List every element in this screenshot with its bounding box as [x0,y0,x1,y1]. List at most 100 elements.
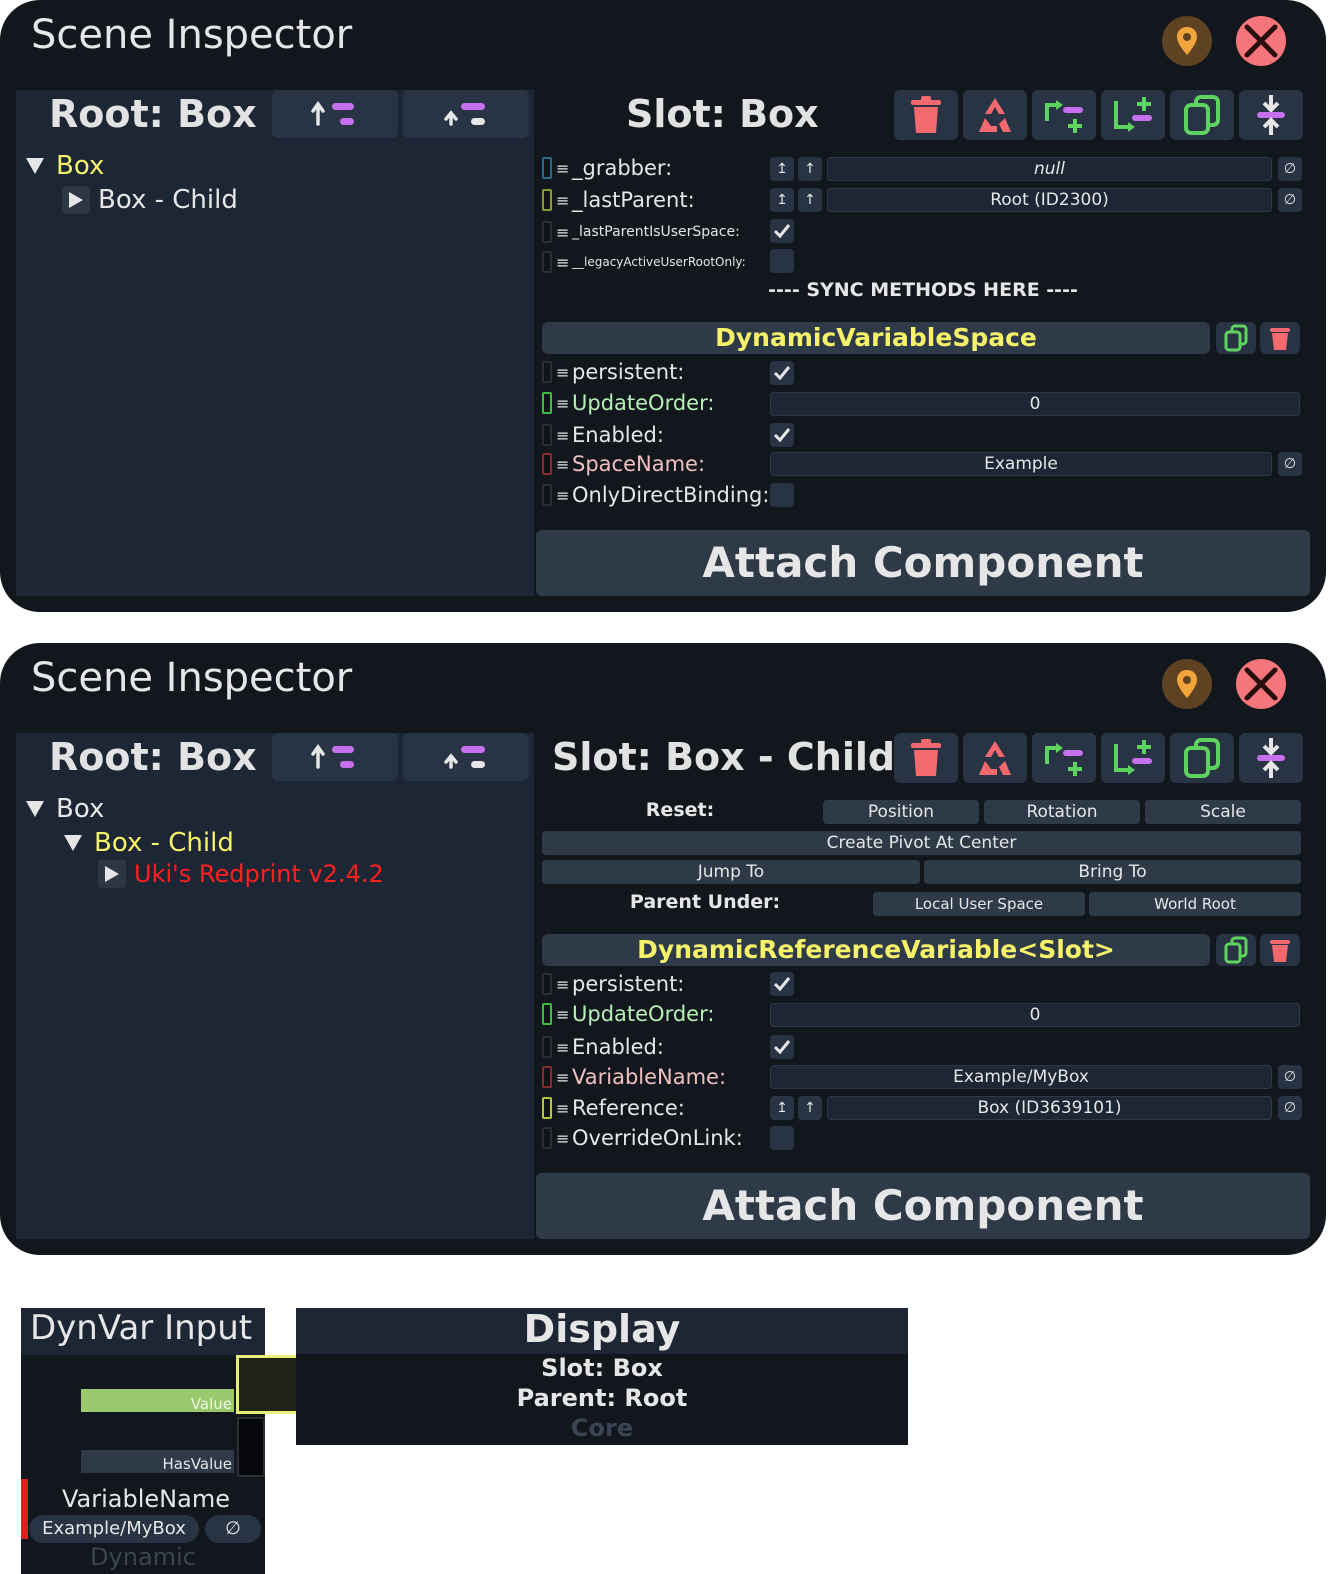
grabber-value[interactable]: null [827,157,1272,181]
add-child-button[interactable] [1101,733,1165,783]
checkbox-unchecked[interactable] [770,249,794,273]
tree-item-box-child[interactable]: Box - Child [62,185,238,215]
collapse-arrow-icon[interactable] [62,186,90,214]
component-duplicate-button[interactable] [1216,322,1256,354]
component-remove-button[interactable] [1260,322,1300,354]
compress-icon [1257,95,1285,135]
root-up-button[interactable] [272,90,398,138]
checkbox-checked[interactable] [770,361,794,385]
drag-handle-icon[interactable]: ≡ [556,1099,570,1118]
drag-handle-icon[interactable]: ≡ [556,159,570,178]
duplicate-button[interactable] [1170,733,1234,783]
null-button[interactable]: ∅ [1278,157,1302,181]
display-node[interactable]: Display Slot: Box Parent: Root Core [296,1308,908,1445]
checkbox-checked[interactable] [770,423,794,447]
update-order-input[interactable]: 0 [770,1003,1300,1027]
reset-scale-button[interactable]: Scale [1145,800,1301,824]
drag-handle-icon[interactable]: ≡ [556,1005,570,1024]
dynvar-input-node[interactable]: DynVar Input Value HasValue VariableName… [21,1308,265,1574]
variable-name-input[interactable]: Example/MyBox [770,1065,1272,1089]
location-pin-icon [1177,670,1197,698]
hasvalue-output-port[interactable] [237,1417,265,1477]
reference-navigate-button[interactable]: ↥ [770,157,794,181]
insert-parent-button[interactable] [1032,733,1096,783]
reference-up-button[interactable]: ↑ [798,1096,822,1120]
drag-handle-icon[interactable]: ≡ [556,455,570,474]
checkbox-checked[interactable] [770,972,794,996]
variable-name-input[interactable]: Example/MyBox [29,1515,199,1543]
reference-navigate-button[interactable]: ↥ [770,188,794,212]
field-grabber: ≡ _grabber: [542,155,672,181]
duplicate-button[interactable] [1170,90,1234,140]
close-button[interactable] [1236,16,1286,66]
drag-handle-icon[interactable]: ≡ [556,486,570,505]
destroy-button[interactable] [894,733,958,783]
root-up-button[interactable] [272,733,398,781]
space-name-input[interactable]: Example [770,452,1272,476]
checkbox-checked[interactable] [770,1035,794,1059]
tree-item-box[interactable]: Box [26,151,104,181]
drag-handle-icon[interactable]: ≡ [556,394,570,413]
reset-rotation-button[interactable]: Rotation [984,800,1140,824]
checkbox-checked[interactable] [770,219,794,243]
insert-parent-button[interactable] [1032,90,1096,140]
collapse-slot-button[interactable] [1239,90,1303,140]
create-pivot-button[interactable]: Create Pivot At Center [542,831,1301,855]
drag-handle-icon[interactable]: ≡ [556,253,570,272]
null-button[interactable]: ∅ [1278,1096,1302,1120]
node-category: Core [570,1414,634,1442]
type-indicator [542,424,552,446]
parent-local-user-space-button[interactable]: Local User Space [873,892,1085,916]
bring-to-button[interactable]: Bring To [924,860,1301,884]
reference-value[interactable]: Box (ID3639101) [827,1096,1272,1120]
drag-handle-icon[interactable]: ≡ [556,975,570,994]
null-button[interactable]: ∅ [1278,452,1302,476]
attach-component-button[interactable]: Attach Component [536,530,1310,596]
jump-to-button[interactable]: Jump To [542,860,920,884]
close-button[interactable] [1236,659,1286,709]
type-indicator [21,1479,28,1539]
destroy-preserve-button[interactable] [963,733,1027,783]
drag-handle-icon[interactable]: ≡ [556,426,570,445]
component-remove-button[interactable] [1260,934,1300,966]
reference-up-button[interactable]: ↑ [798,188,822,212]
type-indicator [542,251,552,273]
null-button[interactable]: ∅ [205,1515,261,1543]
drag-handle-icon[interactable]: ≡ [556,223,570,242]
reset-position-button[interactable]: Position [823,800,979,824]
pin-button[interactable] [1162,16,1212,66]
drag-handle-icon[interactable]: ≡ [556,1129,570,1148]
component-duplicate-button[interactable] [1216,934,1256,966]
pin-button[interactable] [1162,659,1212,709]
tree-item-redprint[interactable]: Uki's Redprint v2.4.2 [98,859,384,889]
checkbox-unchecked[interactable] [770,1126,794,1150]
reference-up-button[interactable]: ↑ [798,157,822,181]
null-button[interactable]: ∅ [1278,188,1302,212]
destroy-button[interactable] [894,90,958,140]
set-root-button[interactable] [403,733,529,781]
type-indicator [542,361,552,383]
drag-handle-icon[interactable]: ≡ [556,191,570,210]
duplicate-icon [1184,95,1220,135]
destroy-preserve-button[interactable] [963,90,1027,140]
tree-item-box-child[interactable]: Box - Child [64,828,234,858]
attach-component-button[interactable]: Attach Component [536,1173,1310,1239]
expand-arrow-icon[interactable] [26,158,44,174]
collapse-arrow-icon[interactable] [98,860,126,888]
tree-item-box[interactable]: Box [26,794,104,824]
update-order-input[interactable]: 0 [770,392,1300,416]
checkbox-unchecked[interactable] [770,483,794,507]
add-child-button[interactable] [1101,90,1165,140]
set-root-button[interactable] [403,90,529,138]
collapse-slot-button[interactable] [1239,733,1303,783]
expand-arrow-icon[interactable] [26,801,44,817]
last-parent-value[interactable]: Root (ID2300) [827,188,1272,212]
parent-world-root-button[interactable]: World Root [1089,892,1301,916]
field-last-parent-is-user-space: ≡ _lastParentIsUserSpace: [542,219,740,245]
expand-arrow-icon[interactable] [64,835,82,851]
drag-handle-icon[interactable]: ≡ [556,1068,570,1087]
drag-handle-icon[interactable]: ≡ [556,363,570,382]
drag-handle-icon[interactable]: ≡ [556,1038,570,1057]
null-button[interactable]: ∅ [1278,1065,1302,1089]
reference-navigate-button[interactable]: ↥ [770,1096,794,1120]
